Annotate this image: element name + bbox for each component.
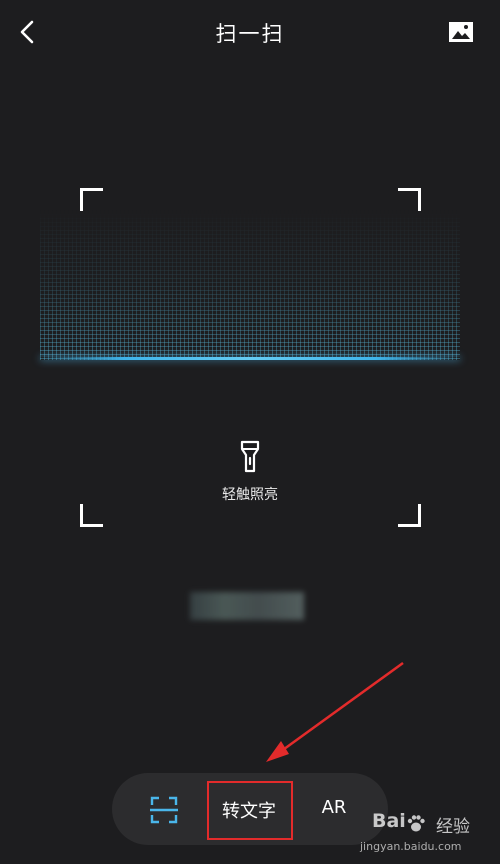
- page-title: 扫一扫: [215, 22, 285, 46]
- paw-icon: [407, 815, 425, 832]
- top-bar: 扫一扫: [0, 0, 500, 64]
- blurred-text: [190, 592, 304, 620]
- watermark-url: jingyan.baidu.com: [360, 840, 462, 853]
- album-button[interactable]: [448, 20, 474, 44]
- flashlight-button[interactable]: [239, 440, 261, 474]
- scan-line: [40, 357, 460, 360]
- flashlight-icon: [240, 440, 260, 473]
- scan-grid-effect: [40, 210, 460, 360]
- annotation-arrow: [266, 661, 404, 762]
- scan-frame-corner-bottom-right: [398, 504, 421, 527]
- watermark-experience: 经验: [436, 817, 470, 837]
- mode-scan[interactable]: [148, 795, 180, 825]
- watermark-brand: Bai: [372, 810, 406, 832]
- scan-frame-icon: [150, 796, 178, 824]
- annotation-highlight-box: [207, 781, 293, 840]
- scan-frame-corner-top-right: [398, 188, 421, 211]
- scan-frame-corner-bottom-left: [80, 504, 103, 527]
- image-icon: [449, 22, 473, 42]
- scan-frame-corner-top-left: [80, 188, 103, 211]
- watermark: Bai 经验 jingyan.baidu.com: [344, 808, 494, 858]
- flashlight-label[interactable]: 轻触照亮: [0, 484, 500, 504]
